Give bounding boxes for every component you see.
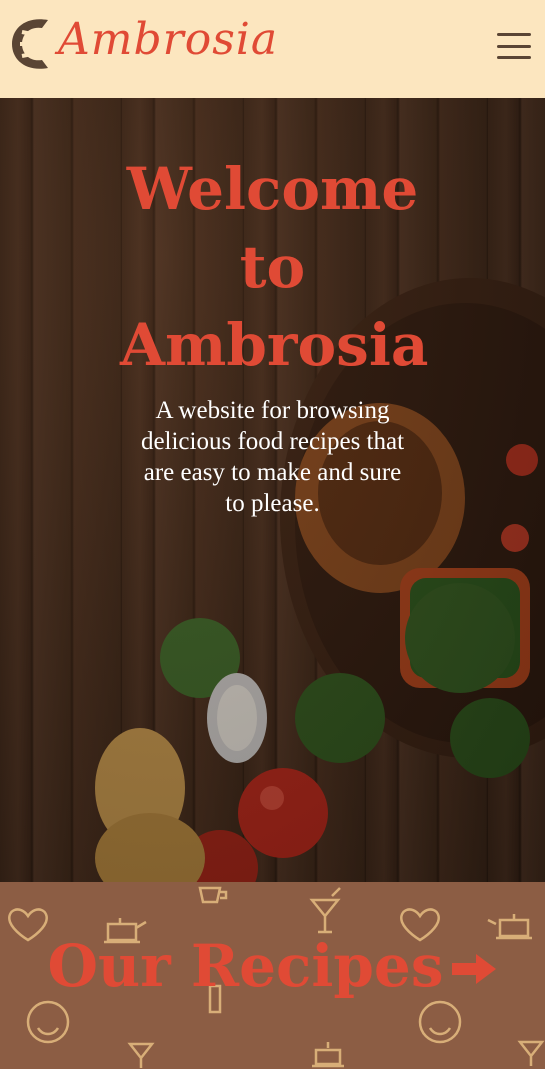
arrow-right-icon [451, 954, 496, 984]
hamburger-menu-icon[interactable] [497, 30, 531, 62]
our-recipes-link[interactable]: Our Recipes [0, 930, 545, 1002]
our-recipes-label: Our Recipes [47, 932, 444, 1000]
hero-section: Welcome to Ambrosia A website for browsi… [0, 98, 545, 882]
croissant-icon[interactable] [8, 14, 54, 74]
hero-description: A website for browsing delicious food re… [140, 397, 405, 517]
hero-title: Welcome to Ambrosia [120, 155, 429, 379]
recipes-section: Our Recipes [0, 882, 545, 1069]
site-header: Ambrosia [0, 0, 545, 98]
brand-name[interactable]: Ambrosia [58, 14, 278, 65]
